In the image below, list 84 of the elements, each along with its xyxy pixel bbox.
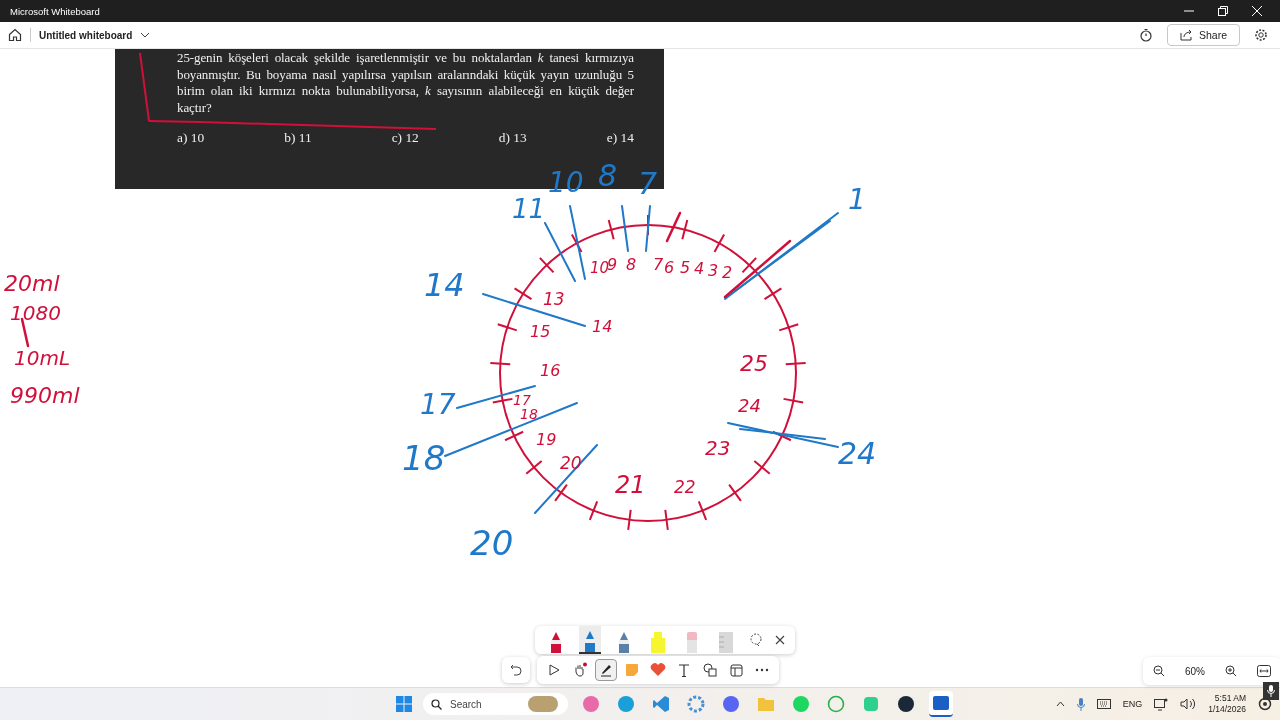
ink-label: 20ml <box>4 273 60 295</box>
hand-icon <box>572 662 588 678</box>
sticky-note-icon <box>625 663 639 677</box>
ink-label: 4 <box>694 261 705 277</box>
ink-label: 15 <box>530 324 551 340</box>
ink-label: 14 <box>592 319 613 335</box>
share-button[interactable]: Share <box>1166 24 1240 46</box>
ink-label: 24 <box>738 397 761 415</box>
ink-label: 8 <box>626 257 637 273</box>
settings-icon[interactable] <box>1254 28 1268 42</box>
search-icon <box>431 698 442 710</box>
ink-label: 1080 <box>10 303 61 323</box>
ink-label: 21 <box>615 473 646 497</box>
window-title: Microsoft Whiteboard <box>10 5 101 17</box>
microphone-button[interactable] <box>1263 682 1279 700</box>
answer-option: d) 13 <box>498 130 527 146</box>
ink-label: 20 <box>560 455 582 472</box>
search-field[interactable]: Search <box>448 697 522 711</box>
ink-label: 20 <box>470 526 514 560</box>
ink-label: 5 <box>680 260 691 276</box>
microphone-icon <box>1267 685 1275 697</box>
answer-option: c) 12 <box>391 130 419 146</box>
ink-label: 22 <box>674 479 696 496</box>
clock-date[interactable]: 1/14/2026 <box>1208 704 1246 715</box>
ink-label: 7 <box>653 257 664 273</box>
restore-icon[interactable] <box>1218 6 1228 16</box>
ink-label: 10 <box>590 261 610 276</box>
chevron-down-icon[interactable] <box>140 32 151 38</box>
ink-label: 14 <box>424 269 465 301</box>
ink-label: 990ml <box>10 385 80 407</box>
ink-label: 23 <box>705 438 731 458</box>
chevron-up-icon[interactable] <box>1055 701 1065 707</box>
notification-icon[interactable] <box>1258 697 1272 711</box>
timer-icon[interactable] <box>1138 28 1153 42</box>
shapes-icon <box>703 663 717 677</box>
question-text: 25-genin köşeleri olacak şekilde işaretlenmiştir ve bu noktalardan k tanesi kırmızıya boyanmıştır. Bu boyama nasıl yapılırsa yapılsın aralarındaki küçük yayın uzunluğu 5 birim olan iki kırmızı nokta bulunabiliyorsa, k sayısının alabileceği en küçük değer kaçtır? <box>177 49 634 116</box>
ink-label: 9 <box>607 257 618 273</box>
volume-icon[interactable] <box>1180 698 1197 710</box>
start-icon[interactable] <box>396 696 412 712</box>
pen-icon <box>599 663 613 677</box>
search-highlight-picture <box>528 696 558 712</box>
ink-label: 17 <box>420 391 456 419</box>
network-icon[interactable] <box>1154 697 1169 711</box>
undo-button[interactable] <box>502 657 530 683</box>
ink-label: 2 <box>722 265 733 281</box>
keyboard-icon[interactable] <box>1096 699 1111 709</box>
more-icon <box>755 668 769 672</box>
zoom-out-icon[interactable] <box>1153 665 1165 677</box>
ink-label: 8 <box>598 161 618 191</box>
ink-label: 11 <box>512 196 546 222</box>
microphone-icon[interactable] <box>1076 697 1085 711</box>
share-icon <box>1179 29 1193 41</box>
ink-label: 13 <box>543 291 565 308</box>
ink-label: 24 <box>838 439 877 469</box>
language-indicator[interactable]: ENG <box>1122 699 1143 709</box>
zoom-in-icon[interactable] <box>1225 665 1237 677</box>
clock-time[interactable]: 5:51 AM <box>1214 693 1246 704</box>
text-icon <box>678 663 690 677</box>
heart-icon <box>650 663 666 677</box>
ink-label: 3 <box>708 263 719 279</box>
undo-icon <box>510 664 522 676</box>
board-title[interactable]: Untitled whiteboard <box>39 29 133 41</box>
ink-label: 16 <box>540 363 561 379</box>
ink-tool-button[interactable] <box>595 659 617 681</box>
ink-label: 6 <box>664 260 675 276</box>
home-icon[interactable] <box>8 28 22 42</box>
ink-label: 17 <box>513 393 531 407</box>
ink-label: 19 <box>536 432 557 448</box>
lasso-icon[interactable] <box>749 633 763 647</box>
answer-option: e) 14 <box>606 130 634 146</box>
fit-to-screen-icon[interactable] <box>1257 665 1271 677</box>
answer-option: b) 11 <box>284 130 312 146</box>
pointer-icon <box>547 663 561 677</box>
close-icon[interactable] <box>775 635 785 645</box>
ink-label: 25 <box>740 353 768 375</box>
answer-option: a) 10 <box>177 130 205 146</box>
zoom-level: 60% <box>1185 665 1205 677</box>
ink-label: 18 <box>520 407 538 421</box>
layout-icon <box>729 663 743 677</box>
ink-bracket <box>139 52 150 122</box>
ink-label: 18 <box>402 441 446 475</box>
ink-label: 10mL <box>14 348 71 368</box>
ink-label: 1 <box>848 186 866 214</box>
search-bar[interactable]: Search <box>423 693 568 715</box>
